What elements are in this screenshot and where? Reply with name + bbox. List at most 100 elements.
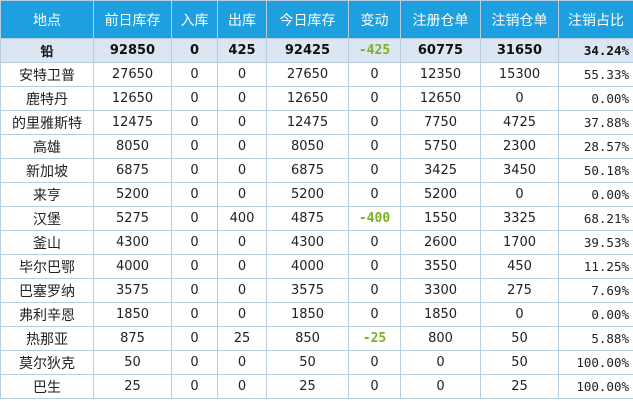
cell-on-warrant: 3550: [400, 254, 481, 279]
cell-cancelled-warrant: 3325: [480, 206, 559, 231]
cell-location: 巴生: [0, 374, 94, 399]
cell-change: 0: [348, 302, 401, 327]
cell-cancelled-ratio: 37.88%: [558, 110, 633, 135]
cell-today-stock: 850: [266, 326, 349, 351]
cell-change: 0: [348, 134, 401, 159]
cell-in: 0: [171, 350, 218, 375]
cell-today-stock: 50: [266, 350, 349, 375]
cell-cancelled-ratio: 100.00%: [558, 374, 633, 399]
cell-out: 0: [217, 158, 267, 183]
cell-out: 0: [217, 350, 267, 375]
cell-today-stock: 25: [266, 374, 349, 399]
cell-cancelled-warrant: 1700: [480, 230, 559, 255]
cell-cancelled-warrant: 3450: [480, 158, 559, 183]
cell-today-stock: 5200: [266, 182, 349, 207]
cell-in: 0: [171, 182, 218, 207]
cell-today-stock: 1850: [266, 302, 349, 327]
cell-out: 400: [217, 206, 267, 231]
cell-prev-stock: 12475: [93, 110, 172, 135]
table-row: 安特卫普 27650 0 0 27650 0 12350 15300 55.33%: [0, 62, 633, 87]
cell-prev-stock: 5200: [93, 182, 172, 207]
table-row: 的里雅斯特 12475 0 0 12475 0 7750 4725 37.88%: [0, 110, 633, 135]
total-row: 铅 92850 0 425 92425 -425 60775 31650 34.…: [0, 38, 633, 63]
cell-in: 0: [171, 230, 218, 255]
cell-on-warrant: 5200: [400, 182, 481, 207]
cell-on-warrant: 12350: [400, 62, 481, 87]
table-row: 鹿特丹 12650 0 0 12650 0 12650 0 0.00%: [0, 86, 633, 111]
cell-in: 0: [171, 278, 218, 303]
cell-out: 0: [217, 254, 267, 279]
header-row: 地点 前日库存 入库 出库 今日库存 变动 注册仓单 注销仓单 注销占比: [0, 0, 633, 39]
table-row: 热那亚 875 0 25 850 -25 800 50 5.88%: [0, 326, 633, 351]
cell-change: -400: [348, 206, 401, 231]
cell-out: 0: [217, 62, 267, 87]
cell-in: 0: [171, 254, 218, 279]
cell-today-stock: 12475: [266, 110, 349, 135]
cell-change: -425: [348, 38, 401, 63]
cell-cancelled-warrant: 0: [480, 86, 559, 111]
cell-cancelled-warrant: 0: [480, 182, 559, 207]
cell-prev-stock: 50: [93, 350, 172, 375]
table-row: 新加坡 6875 0 0 6875 0 3425 3450 50.18%: [0, 158, 633, 183]
cell-prev-stock: 3575: [93, 278, 172, 303]
cell-prev-stock: 12650: [93, 86, 172, 111]
cell-out: 0: [217, 134, 267, 159]
cell-cancelled-warrant: 4725: [480, 110, 559, 135]
cell-cancelled-ratio: 28.57%: [558, 134, 633, 159]
cell-location: 莫尔狄克: [0, 350, 94, 375]
cell-on-warrant: 3300: [400, 278, 481, 303]
cell-out: 0: [217, 110, 267, 135]
table-row: 巴塞罗纳 3575 0 0 3575 0 3300 275 7.69%: [0, 278, 633, 303]
cell-cancelled-ratio: 39.53%: [558, 230, 633, 255]
cell-location: 新加坡: [0, 158, 94, 183]
cell-cancelled-ratio: 5.88%: [558, 326, 633, 351]
cell-cancelled-warrant: 50: [480, 350, 559, 375]
cell-on-warrant: 12650: [400, 86, 481, 111]
cell-today-stock: 4300: [266, 230, 349, 255]
cell-location: 高雄: [0, 134, 94, 159]
cell-on-warrant: 3425: [400, 158, 481, 183]
cell-today-stock: 6875: [266, 158, 349, 183]
cell-prev-stock: 4300: [93, 230, 172, 255]
cell-on-warrant: 2600: [400, 230, 481, 255]
cell-prev-stock: 1850: [93, 302, 172, 327]
cell-change: 0: [348, 182, 401, 207]
cell-cancelled-ratio: 11.25%: [558, 254, 633, 279]
cell-prev-stock: 4000: [93, 254, 172, 279]
cell-cancelled-ratio: 50.18%: [558, 158, 633, 183]
table-row: 弗利辛恩 1850 0 0 1850 0 1850 0 0.00%: [0, 302, 633, 327]
cell-today-stock: 8050: [266, 134, 349, 159]
table-row: 汉堡 5275 0 400 4875 -400 1550 3325 68.21%: [0, 206, 633, 231]
cell-cancelled-warrant: 275: [480, 278, 559, 303]
cell-today-stock: 3575: [266, 278, 349, 303]
cell-today-stock: 27650: [266, 62, 349, 87]
cell-cancelled-warrant: 0: [480, 302, 559, 327]
cell-cancelled-ratio: 68.21%: [558, 206, 633, 231]
cell-out: 425: [217, 38, 267, 63]
cell-cancelled-warrant: 15300: [480, 62, 559, 87]
cell-out: 0: [217, 86, 267, 111]
cell-location: 来亨: [0, 182, 94, 207]
cell-change: 0: [348, 62, 401, 87]
col-header-in: 入库: [171, 0, 218, 39]
col-header-prev-stock: 前日库存: [93, 0, 172, 39]
cell-in: 0: [171, 38, 218, 63]
cell-on-warrant: 800: [400, 326, 481, 351]
cell-change: 0: [348, 158, 401, 183]
cell-on-warrant: 0: [400, 374, 481, 399]
table-row: 高雄 8050 0 0 8050 0 5750 2300 28.57%: [0, 134, 633, 159]
cell-in: 0: [171, 206, 218, 231]
cell-prev-stock: 5275: [93, 206, 172, 231]
cell-change: 0: [348, 278, 401, 303]
cell-in: 0: [171, 302, 218, 327]
cell-prev-stock: 6875: [93, 158, 172, 183]
cell-cancelled-warrant: 50: [480, 326, 559, 351]
cell-in: 0: [171, 62, 218, 87]
cell-cancelled-ratio: 7.69%: [558, 278, 633, 303]
cell-in: 0: [171, 86, 218, 111]
cell-prev-stock: 92850: [93, 38, 172, 63]
cell-in: 0: [171, 134, 218, 159]
cell-location: 汉堡: [0, 206, 94, 231]
table-row: 莫尔狄克 50 0 0 50 0 0 50 100.00%: [0, 350, 633, 375]
table-row: 来亨 5200 0 0 5200 0 5200 0 0.00%: [0, 182, 633, 207]
